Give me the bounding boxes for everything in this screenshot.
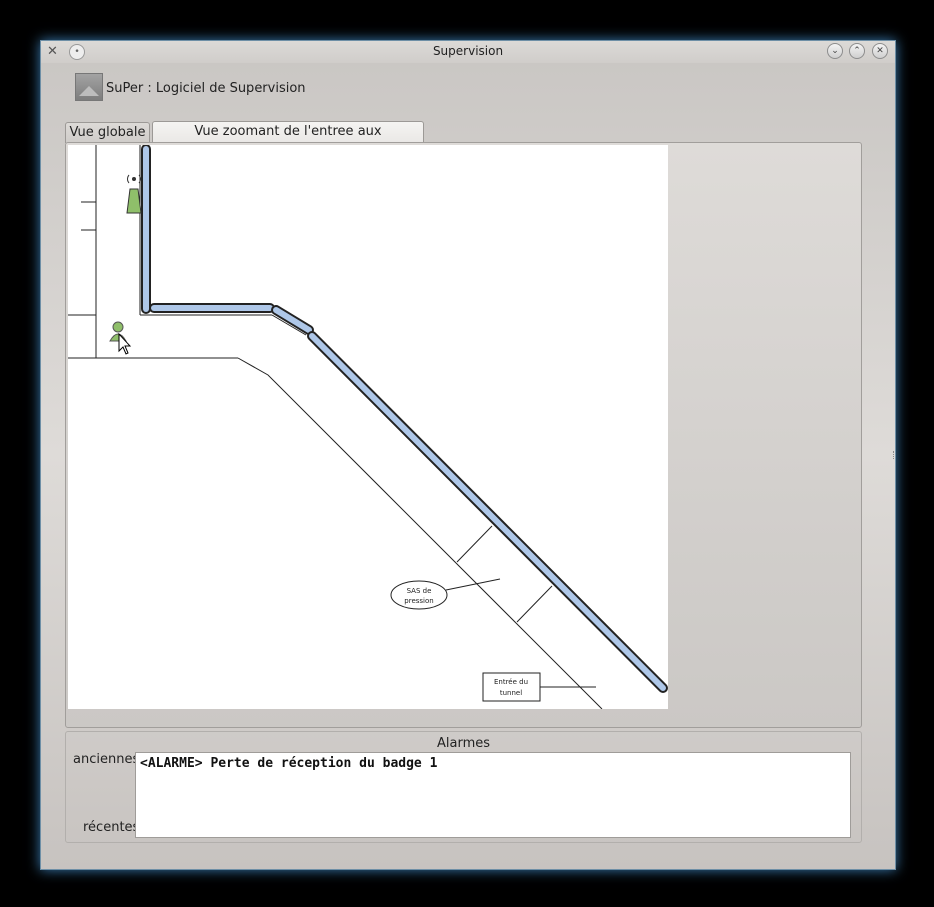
floor-plan: SAS de pression Entrée du tunnel <box>68 145 668 709</box>
tab-panel: SAS de pression Entrée du tunnel <box>65 142 862 728</box>
tab-vue-globale[interactable]: Vue globale <box>65 122 150 143</box>
sas-label-line2: pression <box>404 597 433 605</box>
app-title: SuPer : Logiciel de Supervision <box>106 81 306 96</box>
window-title: Supervision <box>432 44 504 58</box>
mouse-cursor-icon <box>118 332 132 355</box>
close-button[interactable]: ✕ <box>872 43 888 59</box>
tunnel-label-line1: Entrée du <box>494 678 528 686</box>
minimize-button[interactable]: ⌄ <box>827 43 843 59</box>
title-bar[interactable]: ✕ • Supervision ⌄ ⌃ ✕ <box>41 41 895 63</box>
tunnel-label-line2: tunnel <box>500 689 522 697</box>
badge-person-icon[interactable] <box>109 321 127 342</box>
alarm-list[interactable]: <ALARME> Perte de réception du badge 1 <box>135 752 851 838</box>
older-label: anciennes <box>73 752 140 767</box>
sas-label-line1: SAS de <box>407 587 432 595</box>
pipe-segment-diagonal <box>309 333 666 691</box>
wifi-antenna-icon[interactable] <box>126 174 142 214</box>
alarms-group: Alarmes anciennes récentes <ALARME> Pert… <box>65 731 862 843</box>
alarm-message[interactable]: <ALARME> Perte de réception du badge 1 <box>140 756 437 771</box>
alarms-title: Alarmes <box>436 736 491 751</box>
maximize-button[interactable]: ⌃ <box>849 43 865 59</box>
resize-grip[interactable] <box>893 451 896 459</box>
tab-vue-zoom[interactable]: Vue zoomant de l'entree aux dependances <box>152 121 424 159</box>
recent-label: récentes <box>83 820 140 835</box>
app-window: ✕ • Supervision ⌄ ⌃ ✕ SuPer : Logiciel d… <box>40 40 896 870</box>
floor-plan-canvas[interactable]: SAS de pression Entrée du tunnel <box>68 145 668 709</box>
app-logo <box>75 73 103 101</box>
